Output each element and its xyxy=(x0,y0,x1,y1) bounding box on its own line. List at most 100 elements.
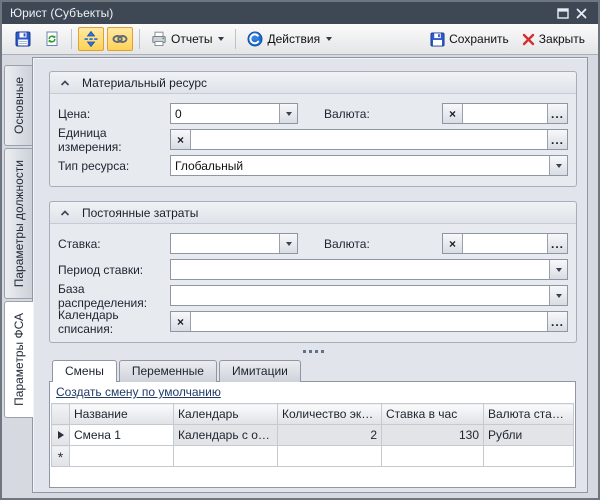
writeoff-calendar-lookup[interactable]: × ... xyxy=(170,311,568,332)
clear-button[interactable]: × xyxy=(443,104,463,123)
fixed-costs-group-title: Постоянные затраты xyxy=(82,206,198,220)
unit-lookup[interactable]: × ... xyxy=(170,129,568,150)
price-value: 0 xyxy=(171,104,279,123)
cell-empty[interactable] xyxy=(382,446,484,467)
distribution-base-combo[interactable] xyxy=(170,285,568,306)
material-resource-group: Материальный ресурс Цена: 0 Валюта: × xyxy=(49,71,577,187)
column-header-calendar[interactable]: Календарь xyxy=(174,404,278,425)
save-icon xyxy=(430,32,445,47)
distribution-base-label: База распределения: xyxy=(58,282,170,310)
tab-imitations[interactable]: Имитации xyxy=(219,360,301,382)
resource-type-combo[interactable]: Глобальный xyxy=(170,155,568,176)
material-resource-group-header[interactable]: Материальный ресурс xyxy=(50,72,576,94)
cell-name[interactable]: Смена 1 xyxy=(70,425,174,446)
cell-rate-currency[interactable]: Рубли xyxy=(484,425,574,446)
close-dialog-button[interactable]: Закрыть xyxy=(517,28,590,50)
new-row: * xyxy=(52,446,574,467)
fixed-currency-label: Валюта: xyxy=(324,237,370,251)
reports-label: Отчеты xyxy=(171,32,212,46)
price-combo[interactable]: 0 xyxy=(170,103,298,124)
fixed-costs-group-header[interactable]: Постоянные затраты xyxy=(50,202,576,224)
splitter-handle[interactable] xyxy=(49,343,577,359)
close-icon xyxy=(576,8,587,19)
browse-button[interactable]: ... xyxy=(547,234,567,253)
splitter-dot xyxy=(321,350,324,353)
toolbar: Отчеты Действия Сохранить Закрыть xyxy=(2,24,598,55)
rate-combo[interactable] xyxy=(170,233,298,254)
side-tab-fsa-params[interactable]: Параметры ФСА xyxy=(4,301,33,418)
side-tab-basic-label: Основные xyxy=(12,77,26,134)
collapse-chevron-icon xyxy=(60,209,70,217)
rate-dropdown-button[interactable] xyxy=(279,234,297,253)
expand-panels-toggle[interactable] xyxy=(78,27,104,51)
resource-type-dropdown-button[interactable] xyxy=(549,156,567,175)
link-row: Создать смену по умолчанию xyxy=(50,382,575,403)
new-row-indicator[interactable]: * xyxy=(52,446,70,467)
column-header-hourly-rate[interactable]: Ставка в час xyxy=(382,404,484,425)
rate-period-dropdown-button[interactable] xyxy=(549,260,567,279)
currency-lookup[interactable]: × ... xyxy=(442,103,568,124)
table-row: Смена 1 Календарь с обеда 2 130 Рубли xyxy=(52,425,574,446)
rate-period-combo[interactable] xyxy=(170,259,568,280)
chevron-down-icon xyxy=(286,112,292,116)
tab-shifts[interactable]: Смены xyxy=(52,360,117,382)
clear-button[interactable]: × xyxy=(443,234,463,253)
browse-button[interactable]: ... xyxy=(547,104,567,123)
chevron-down-icon xyxy=(556,164,562,168)
title-bar: Юрист (Субъекты) xyxy=(2,2,598,24)
rate-value xyxy=(171,234,279,253)
maximize-button[interactable] xyxy=(554,5,572,21)
link-mode-toggle[interactable] xyxy=(107,27,133,51)
browse-button[interactable]: ... xyxy=(547,312,567,331)
save-icon xyxy=(15,31,31,47)
window-close-button[interactable] xyxy=(572,5,590,21)
price-dropdown-button[interactable] xyxy=(279,104,297,123)
distribution-base-value xyxy=(171,286,549,305)
cell-empty[interactable] xyxy=(484,446,574,467)
expand-vertical-icon xyxy=(83,31,99,47)
cell-empty[interactable] xyxy=(278,446,382,467)
clear-button[interactable]: × xyxy=(171,130,191,149)
column-header-rate-currency[interactable]: Валюта ставки xyxy=(484,404,574,425)
create-default-shift-link[interactable]: Создать смену по умолчанию xyxy=(56,385,221,399)
side-tab-basic[interactable]: Основные xyxy=(4,65,32,146)
bottom-tab-area: Смены Переменные Имитации Создать смену … xyxy=(49,359,577,488)
distribution-base-dropdown-button[interactable] xyxy=(549,286,567,305)
resource-type-label: Тип ресурса: xyxy=(58,159,170,173)
chevron-down-icon xyxy=(286,242,292,246)
shifts-table: Название Календарь Количество экзе… Став… xyxy=(51,403,574,467)
fixed-costs-group: Постоянные затраты Ставка: Валюта: × xyxy=(49,201,577,343)
link-chain-icon xyxy=(112,31,128,47)
cell-hourly-rate[interactable]: 130 xyxy=(382,425,484,446)
writeoff-calendar-label: Календарь списания: xyxy=(58,308,170,336)
current-row-indicator[interactable] xyxy=(52,425,70,446)
cell-instance-count[interactable]: 2 xyxy=(278,425,382,446)
column-header-name[interactable]: Название xyxy=(70,404,174,425)
column-header-instance-count[interactable]: Количество экзе… xyxy=(278,404,382,425)
save-commit-button[interactable]: Сохранить xyxy=(425,28,514,51)
cell-empty[interactable] xyxy=(70,446,174,467)
material-resource-group-title: Материальный ресурс xyxy=(82,76,207,90)
save-tool-button[interactable] xyxy=(10,27,36,51)
row-arrow-icon xyxy=(58,431,64,439)
actions-label: Действия xyxy=(267,32,320,46)
reports-button[interactable]: Отчеты xyxy=(146,27,229,51)
side-tab-position-params-label: Параметры должности xyxy=(12,160,26,287)
side-tab-position-params[interactable]: Параметры должности xyxy=(4,148,32,299)
fixed-currency-lookup[interactable]: × ... xyxy=(442,233,568,254)
refresh-tool-button[interactable] xyxy=(39,27,65,51)
row-indicator-header xyxy=(52,404,70,425)
actions-button[interactable]: Действия xyxy=(242,27,337,51)
cell-empty[interactable] xyxy=(174,446,278,467)
chevron-down-icon xyxy=(326,37,332,41)
tab-variables[interactable]: Переменные xyxy=(119,360,217,382)
cell-calendar[interactable]: Календарь с обеда xyxy=(174,425,278,446)
browse-button[interactable]: ... xyxy=(547,130,567,149)
clear-button[interactable]: × xyxy=(171,312,191,331)
actions-sphere-icon xyxy=(247,31,263,47)
close-dialog-label: Закрыть xyxy=(539,32,585,46)
rate-period-value xyxy=(171,260,549,279)
refresh-icon xyxy=(44,31,60,47)
rate-label: Ставка: xyxy=(58,237,170,251)
collapse-chevron-icon xyxy=(60,79,70,87)
